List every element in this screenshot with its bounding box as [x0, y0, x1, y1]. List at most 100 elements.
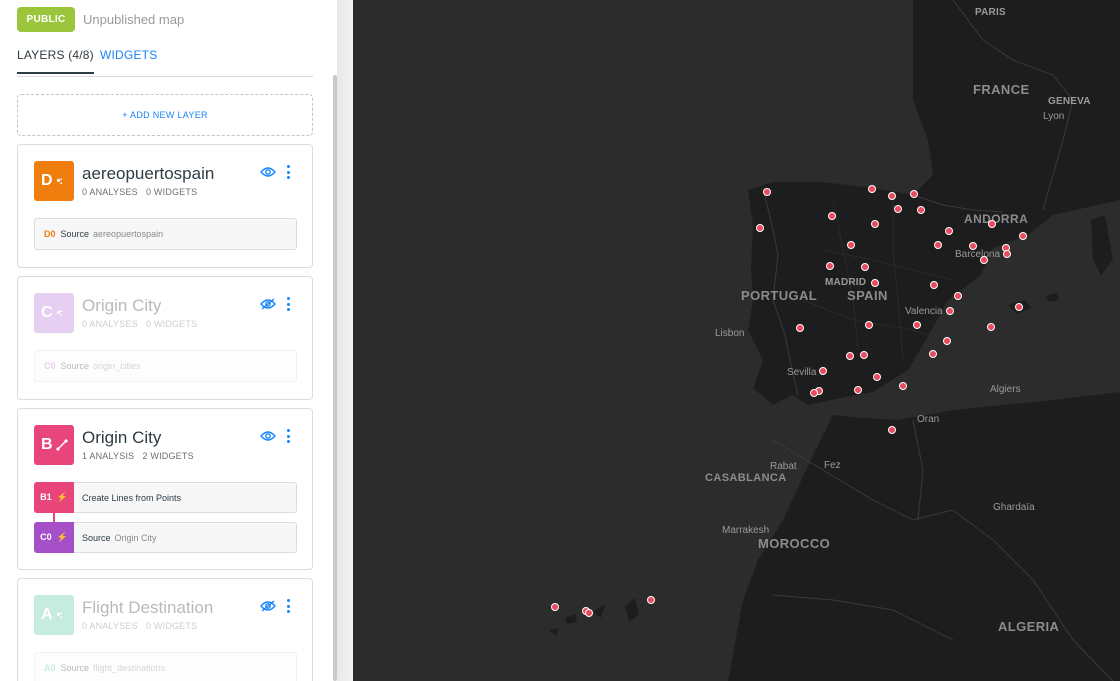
- layer-meta: 0 ANALYSES 0 WIDGETS: [82, 621, 198, 631]
- airport-point[interactable]: [1003, 250, 1011, 258]
- airport-point[interactable]: [871, 220, 879, 228]
- lines-icon: [55, 439, 68, 451]
- airport-point[interactable]: [945, 227, 953, 235]
- layer-card-b[interactable]: B Origin City 1 ANALYSIS 2 WIDGETS B1 ⚡ C…: [17, 408, 313, 570]
- add-new-layer-button[interactable]: + ADD NEW LAYER: [17, 94, 313, 136]
- airport-point[interactable]: [988, 220, 996, 228]
- airport-point[interactable]: [899, 382, 907, 390]
- layer-card-c[interactable]: C •: Origin City 0 ANALYSES 0 WIDGETS C0 …: [17, 276, 313, 400]
- airport-point[interactable]: [796, 324, 804, 332]
- layer-title[interactable]: aereopuertospain: [82, 164, 214, 184]
- source-tag: C0 ⚡: [34, 521, 74, 553]
- points-icon: •:: [56, 175, 63, 187]
- airport-point[interactable]: [819, 367, 827, 375]
- layer-meta: 1 ANALYSIS 2 WIDGETS: [82, 451, 194, 461]
- points-icon: •:: [56, 609, 63, 621]
- source-node[interactable]: D0 Source aereopuertospain: [34, 218, 297, 250]
- more-options-icon[interactable]: [285, 297, 291, 311]
- airport-point[interactable]: [930, 281, 938, 289]
- airport-point[interactable]: [763, 188, 771, 196]
- map-label-geneva: GENEVA: [1048, 96, 1091, 107]
- airport-point[interactable]: [1019, 232, 1027, 240]
- map-label-sevilla: Sevilla: [787, 367, 817, 378]
- lightning-icon: ⚡: [56, 491, 68, 502]
- source-node[interactable]: C0 ⚡ Source Origin City: [34, 521, 297, 553]
- airport-point[interactable]: [913, 321, 921, 329]
- layer-letter-d[interactable]: D •:: [34, 161, 74, 201]
- airport-point[interactable]: [910, 190, 918, 198]
- layer-card-d[interactable]: D •: aereopuertospain 0 ANALYSES 0 WIDGET…: [17, 144, 313, 268]
- eye-icon[interactable]: [260, 430, 276, 442]
- visibility-badge[interactable]: PUBLIC: [17, 7, 75, 32]
- airport-point[interactable]: [847, 241, 855, 249]
- map-label-oran: Oran: [917, 414, 940, 425]
- map-label-paris: PARIS: [975, 7, 1006, 18]
- map-label-spain: SPAIN: [847, 288, 888, 303]
- airport-point[interactable]: [854, 386, 862, 394]
- tab-layers[interactable]: LAYERS (4/8): [17, 48, 94, 74]
- source-node[interactable]: A0 Source flight_destinations: [34, 652, 297, 681]
- map-canvas[interactable]: PARIS FRANCE GENEVA Lyon ANDORRA Barcelo…: [353, 0, 1120, 681]
- airport-point[interactable]: [810, 389, 818, 397]
- airport-point[interactable]: [865, 321, 873, 329]
- layer-card-a[interactable]: A •: Flight Destination 0 ANALYSES 0 WIDG…: [17, 578, 313, 681]
- airport-point[interactable]: [551, 603, 559, 611]
- airport-point[interactable]: [846, 352, 854, 360]
- more-options-icon[interactable]: [285, 165, 291, 179]
- layer-meta: 0 ANALYSES 0 WIDGETS: [82, 187, 198, 197]
- airport-point[interactable]: [756, 224, 764, 232]
- eye-icon[interactable]: [260, 166, 276, 178]
- airport-point[interactable]: [585, 609, 593, 617]
- airport-point[interactable]: [987, 323, 995, 331]
- airport-point[interactable]: [969, 242, 977, 250]
- map-label-rabat: Rabat: [770, 461, 797, 472]
- eye-off-icon[interactable]: [260, 600, 276, 612]
- layer-letter-b[interactable]: B: [34, 425, 74, 465]
- airport-point[interactable]: [946, 307, 954, 315]
- map-label-france: FRANCE: [973, 82, 1030, 97]
- map-label-ghardaia: Ghardaïa: [993, 502, 1035, 513]
- map-label-fez: Fez: [824, 460, 841, 471]
- airport-point[interactable]: [954, 292, 962, 300]
- analysis-tag: B1 ⚡: [34, 481, 74, 513]
- airport-point[interactable]: [868, 185, 876, 193]
- airport-point[interactable]: [826, 262, 834, 270]
- node-connector: [53, 512, 55, 522]
- airport-point[interactable]: [828, 212, 836, 220]
- points-icon: •:: [56, 307, 63, 319]
- more-options-icon[interactable]: [285, 429, 291, 443]
- airport-point[interactable]: [929, 350, 937, 358]
- analysis-node[interactable]: B1 ⚡ Create Lines from Points: [34, 481, 297, 513]
- airport-point[interactable]: [860, 351, 868, 359]
- tab-widgets[interactable]: WIDGETS: [100, 48, 157, 62]
- airport-point[interactable]: [888, 426, 896, 434]
- map-label-algiers: Algiers: [990, 384, 1021, 395]
- map-label-portugal: PORTUGAL: [741, 288, 818, 303]
- map-label-algeria: ALGERIA: [998, 619, 1060, 634]
- source-node[interactable]: C0 Source origin_cities: [34, 350, 297, 382]
- layer-letter-c[interactable]: C •:: [34, 293, 74, 333]
- airport-point[interactable]: [980, 256, 988, 264]
- airport-point[interactable]: [861, 263, 869, 271]
- airport-point[interactable]: [888, 192, 896, 200]
- map-label-marrakesh: Marrakesh: [722, 525, 770, 536]
- airport-point[interactable]: [647, 596, 655, 604]
- eye-off-icon[interactable]: [260, 298, 276, 310]
- map-label-andorra: ANDORRA: [964, 212, 1029, 226]
- airport-point[interactable]: [873, 373, 881, 381]
- airport-point[interactable]: [871, 279, 879, 287]
- airport-point[interactable]: [943, 337, 951, 345]
- panel-tabs: LAYERS (4/8) WIDGETS: [17, 40, 313, 77]
- airport-point[interactable]: [1015, 303, 1023, 311]
- layer-title[interactable]: Flight Destination: [82, 598, 213, 618]
- layer-letter-a[interactable]: A •:: [34, 595, 74, 635]
- map-label-lyon: Lyon: [1043, 111, 1065, 122]
- airport-point[interactable]: [917, 206, 925, 214]
- map-label-lisbon: Lisbon: [715, 328, 745, 339]
- basemap: [548, 0, 1120, 681]
- more-options-icon[interactable]: [285, 599, 291, 613]
- airport-point[interactable]: [934, 241, 942, 249]
- layer-title[interactable]: Origin City: [82, 428, 161, 448]
- airport-point[interactable]: [894, 205, 902, 213]
- layer-title[interactable]: Origin City: [82, 296, 161, 316]
